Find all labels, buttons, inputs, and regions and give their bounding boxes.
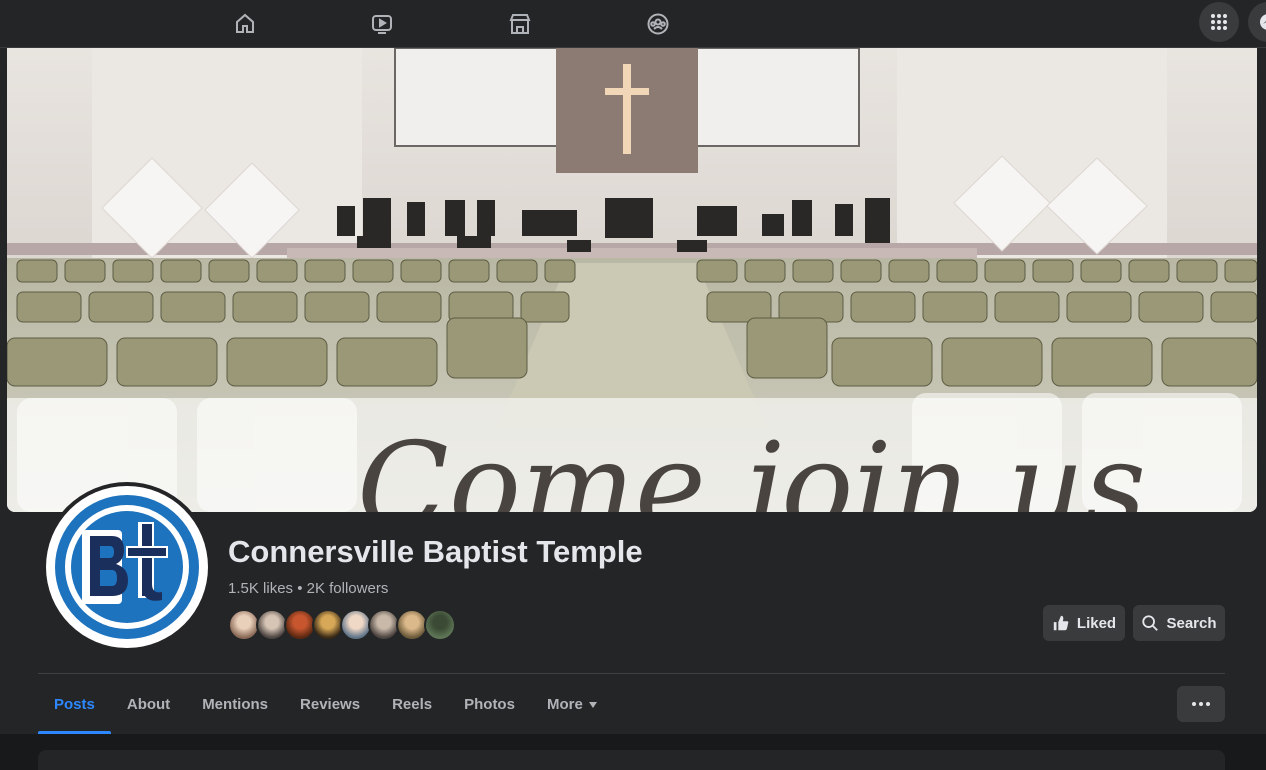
church-logo [55, 495, 199, 639]
tab-label: Photos [464, 695, 515, 713]
tab-label: Reels [392, 695, 433, 713]
tab-label: Posts [54, 695, 95, 713]
tab-photos[interactable]: Photos [448, 674, 531, 734]
ellipsis-icon [1192, 702, 1196, 706]
groups-icon[interactable] [640, 6, 676, 42]
profile-picture[interactable] [42, 482, 212, 652]
more-options-button[interactable] [1177, 686, 1225, 722]
cover-photo[interactable]: Come join us [7, 48, 1257, 512]
cover-overlay-text: Come join us [357, 418, 1146, 512]
liked-button-label: Liked [1076, 614, 1117, 632]
video-icon[interactable] [364, 6, 400, 42]
messenger-icon[interactable] [1248, 2, 1266, 42]
home-icon[interactable] [227, 6, 263, 42]
tab-reels[interactable]: Reels [376, 674, 448, 734]
tab-label: Mentions [202, 695, 269, 713]
tab-label: More [546, 695, 583, 713]
search-button[interactable]: Search [1133, 605, 1225, 641]
menu-grid-icon[interactable] [1199, 2, 1239, 42]
friends-who-like-avatars[interactable] [228, 609, 468, 641]
friend-avatar[interactable] [424, 609, 456, 641]
page-stats[interactable]: 1.5K likes • 2K followers [228, 580, 388, 597]
tab-about[interactable]: About [111, 674, 186, 734]
tab-mentions[interactable]: Mentions [186, 674, 284, 734]
caret-down-icon [588, 702, 597, 708]
liked-button[interactable]: Liked [1043, 605, 1125, 641]
page-title: Connersville Baptist Temple [228, 534, 643, 569]
search-button-label: Search [1166, 614, 1217, 632]
tab-posts[interactable]: Posts [38, 674, 111, 734]
search-icon [1142, 615, 1159, 631]
feed-card [38, 750, 1225, 770]
top-navigation-bar [0, 0, 1266, 48]
thumbs-up-icon [1053, 615, 1069, 631]
tab-label: About [126, 695, 171, 713]
tab-reviews[interactable]: Reviews [284, 674, 376, 734]
tab-label: Reviews [300, 695, 361, 713]
marketplace-icon[interactable] [502, 6, 538, 42]
page-tabs: Posts About Mentions Reviews Reels Photo… [38, 674, 613, 734]
tab-more[interactable]: More [531, 674, 613, 734]
page-container: Come join us Connersville Baptist Temple… [0, 48, 1266, 770]
